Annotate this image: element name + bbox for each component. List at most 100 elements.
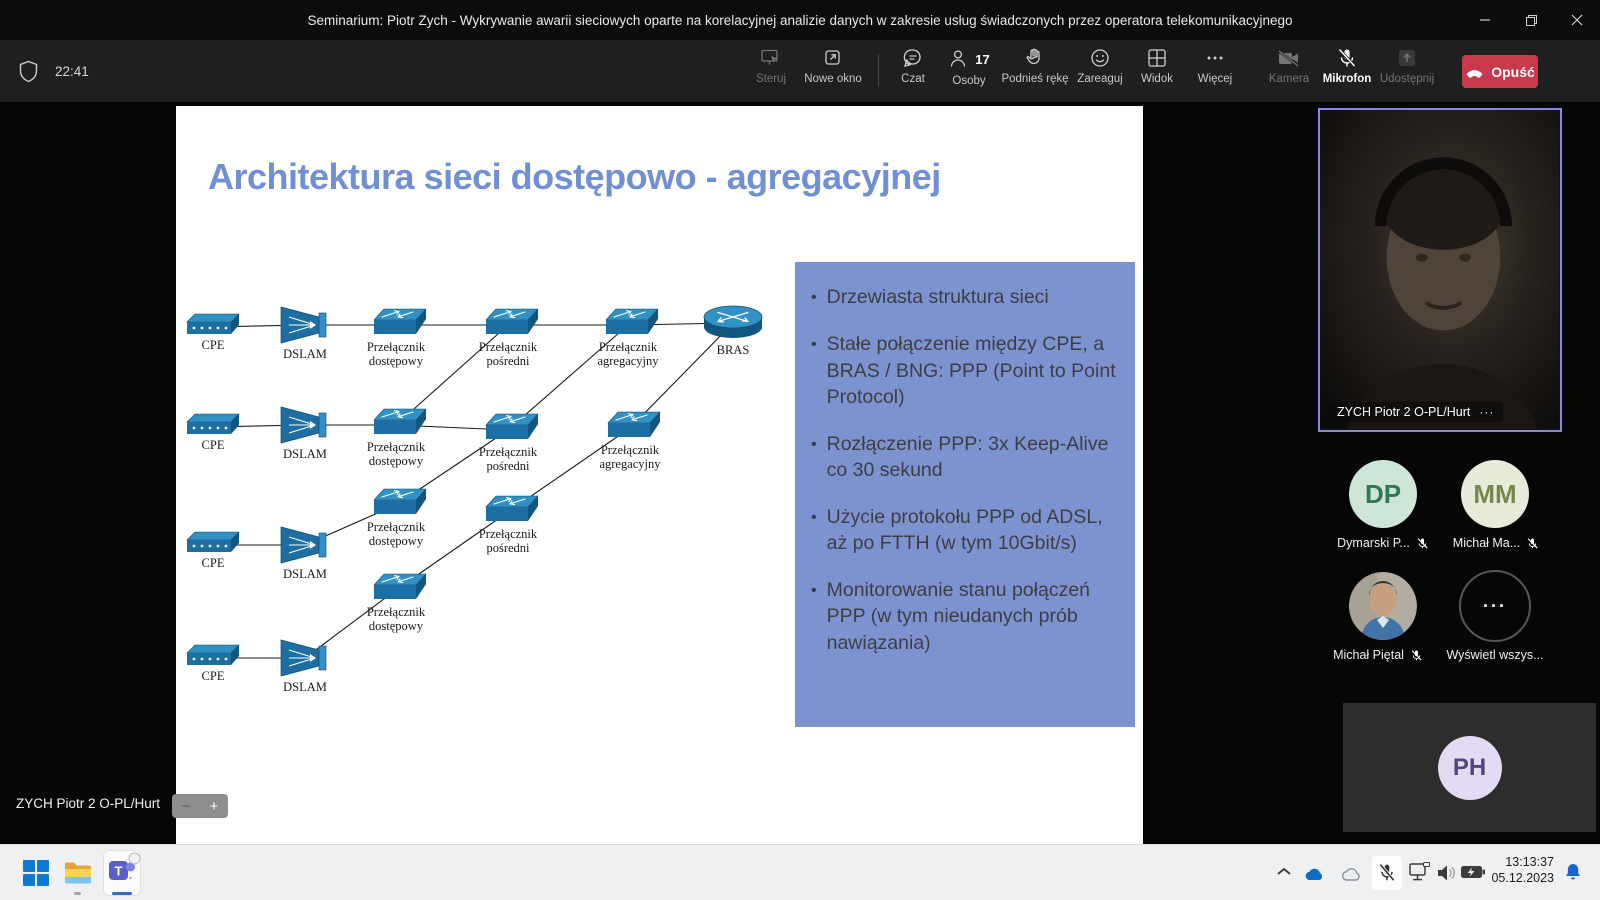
- speaker-more-menu[interactable]: ···: [1479, 405, 1494, 419]
- participant-photo: [1349, 572, 1417, 640]
- participant-count-badge: 17: [975, 52, 989, 67]
- minimize-button[interactable]: [1462, 0, 1508, 40]
- chat-icon: [902, 47, 924, 69]
- explorer-running-indicator: [74, 892, 81, 895]
- speaker-video-tile[interactable]: ZYCH Piotr 2 O-PL/Hurt ···: [1318, 108, 1562, 432]
- svg-text:dostępowy: dostępowy: [369, 454, 424, 468]
- close-button[interactable]: [1554, 0, 1600, 40]
- shield-icon: [18, 60, 39, 83]
- people-icon: [948, 48, 970, 70]
- presenter-name-label: ZYCH Piotr 2 O-PL/Hurt: [16, 796, 160, 811]
- svg-text:Przełącznik: Przełącznik: [479, 445, 538, 459]
- participant-avatar-dymarski[interactable]: DP: [1349, 460, 1417, 528]
- meeting-timer: 22:41: [55, 64, 89, 79]
- svg-text:T: T: [115, 864, 123, 879]
- meeting-stage: Architektura sieci dostępowo - agregacyj…: [0, 102, 1600, 844]
- camera-off-icon: [1277, 47, 1301, 69]
- bullet-item: •Drzewiasta struktura sieci: [811, 284, 1121, 311]
- view-grid-icon: [1146, 47, 1168, 69]
- onedrive-icon[interactable]: [1302, 864, 1326, 882]
- tray-mic-muted-box[interactable]: [1372, 856, 1402, 890]
- shared-slide: Architektura sieci dostępowo - agregacyj…: [176, 106, 1143, 844]
- mic-muted-icon: [1526, 537, 1539, 550]
- bullet-item: •Rozłączenie PPP: 3x Keep-Alive co 30 se…: [811, 431, 1121, 484]
- participant-label: Michał Ma...: [1436, 536, 1556, 550]
- svg-text:Przełącznik: Przełącznik: [367, 340, 426, 354]
- tray-notification-bell-icon[interactable]: [1563, 862, 1583, 884]
- tray-speaker-icon[interactable]: [1436, 863, 1458, 883]
- control-screen-icon: [760, 47, 782, 69]
- speaker-name-overlay: ZYCH Piotr 2 O-PL/Hurt ···: [1328, 402, 1503, 422]
- participant-avatar-ph[interactable]: PH: [1438, 736, 1502, 800]
- svg-text:CPE: CPE: [202, 556, 225, 570]
- participant-avatar-pietal[interactable]: [1349, 572, 1417, 640]
- tray-chevron-icon[interactable]: [1276, 865, 1292, 879]
- svg-text:pośredni: pośredni: [486, 459, 530, 473]
- new-window-icon: [822, 47, 844, 69]
- svg-text:DSLAM: DSLAM: [283, 447, 327, 461]
- meeting-toolbar: 22:41 Steruj Nowe okno Czat 17 Osoby Pod…: [0, 40, 1600, 102]
- svg-text:Przełącznik: Przełącznik: [601, 443, 660, 457]
- overflow-participants-button[interactable]: ···: [1459, 570, 1531, 642]
- bullet-item: •Stałe połączenie między CPE, a BRAS / B…: [811, 331, 1121, 411]
- mic-muted-icon: [1410, 649, 1423, 662]
- svg-text:pośredni: pośredni: [486, 541, 530, 555]
- bullet-item: •Monitorowanie stanu połączeń PPP (w tym…: [811, 577, 1121, 657]
- participant-avatar-michal-ma[interactable]: MM: [1461, 460, 1529, 528]
- svg-text:CPE: CPE: [202, 338, 225, 352]
- svg-text:DSLAM: DSLAM: [283, 347, 327, 361]
- tray-clock[interactable]: 13:13:37 05.12.2023: [1468, 854, 1554, 886]
- svg-text:Przełącznik: Przełącznik: [367, 440, 426, 454]
- tray-time: 13:13:37: [1468, 854, 1554, 870]
- participant-label: Michał Piętal: [1318, 648, 1438, 662]
- tray-network-icon[interactable]: [1408, 862, 1432, 884]
- cloud-status-icon[interactable]: [1339, 864, 1363, 882]
- svg-text:agregacyjny: agregacyjny: [597, 354, 659, 368]
- restore-icon: [1525, 14, 1538, 27]
- tray-date: 05.12.2023: [1468, 870, 1554, 886]
- svg-text:dostępowy: dostępowy: [369, 534, 424, 548]
- speaker-video-frame: [1320, 110, 1559, 429]
- teams-notification-badge: [128, 852, 141, 865]
- file-explorer-icon[interactable]: [64, 860, 92, 886]
- restore-button[interactable]: [1508, 0, 1554, 40]
- nowe-okno-button[interactable]: Nowe okno: [795, 47, 871, 97]
- raise-hand-icon: [1024, 47, 1046, 69]
- svg-text:CPE: CPE: [202, 669, 225, 683]
- svg-text:dostępowy: dostępowy: [369, 619, 424, 633]
- svg-text:Przełącznik: Przełącznik: [599, 340, 658, 354]
- svg-text:Przełącznik: Przełącznik: [479, 527, 538, 541]
- lobby-tile: PH: [1343, 703, 1596, 832]
- react-smiley-icon: [1089, 47, 1111, 69]
- show-all-label[interactable]: Wyświetl wszys...: [1435, 648, 1555, 662]
- close-icon: [1571, 14, 1583, 26]
- mic-muted-icon: [1416, 537, 1429, 550]
- bullet-item: •Użycie protokołu PPP od ADSL, aż po FTT…: [811, 504, 1121, 557]
- more-dots-icon: [1204, 47, 1226, 69]
- window-title: Seminarium: Piotr Zych - Wykrywanie awar…: [0, 0, 1600, 40]
- share-screen-icon: [1396, 47, 1418, 69]
- mic-muted-icon: [1336, 47, 1358, 69]
- svg-text:dostępowy: dostępowy: [369, 354, 424, 368]
- windows-taskbar: T 13:13:37 05.12.2023: [0, 844, 1600, 900]
- wiecej-button[interactable]: Więcej: [1177, 47, 1253, 97]
- call-end-icon: [1465, 66, 1484, 78]
- start-button-icon[interactable]: [22, 859, 50, 887]
- svg-text:Przełącznik: Przełącznik: [367, 605, 426, 619]
- slide-zoom-widget: − +: [172, 794, 228, 818]
- zoom-out-button[interactable]: −: [182, 798, 191, 815]
- svg-text:DSLAM: DSLAM: [283, 567, 327, 581]
- osoby-button[interactable]: 17 Osoby: [931, 47, 1007, 97]
- zoom-in-button[interactable]: +: [210, 798, 219, 815]
- udostepnij-button[interactable]: Udostępnij: [1369, 47, 1445, 97]
- leave-button[interactable]: Opuść: [1462, 55, 1538, 88]
- participant-label: Dymarski P...: [1323, 536, 1443, 550]
- teams-active-indicator: [112, 892, 132, 895]
- svg-text:pośredni: pośredni: [486, 354, 530, 368]
- svg-text:BRAS: BRAS: [717, 343, 750, 357]
- svg-text:Przełącznik: Przełącznik: [479, 340, 538, 354]
- slide-bullet-box: •Drzewiasta struktura sieci •Stałe połąc…: [795, 262, 1135, 727]
- svg-text:agregacyjny: agregacyjny: [599, 457, 661, 471]
- tray-mic-muted-icon: [1378, 863, 1396, 883]
- svg-text:DSLAM: DSLAM: [283, 680, 327, 694]
